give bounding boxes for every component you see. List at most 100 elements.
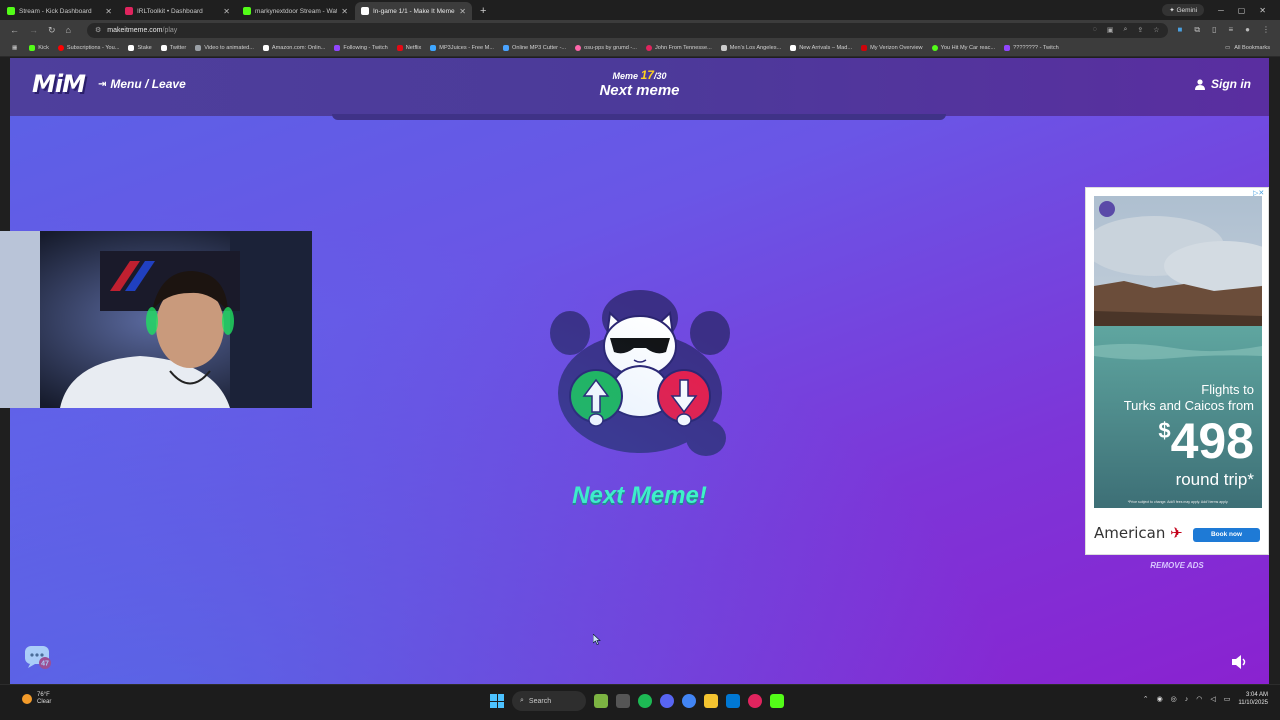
share-icon[interactable]: ⇪ (1137, 26, 1143, 34)
ad-banner[interactable]: ▷✕ Flights to Turks and Caicos from $498 … (1085, 187, 1269, 555)
minimize-icon[interactable]: ─ (1218, 6, 1224, 15)
kick-app-icon[interactable] (770, 694, 784, 708)
chrome-icon[interactable] (682, 694, 696, 708)
remove-ads-link[interactable]: REMOVE ADS (1085, 561, 1269, 570)
bookmark-item[interactable]: Subscriptions - You... (57, 45, 119, 51)
reload-icon[interactable]: ↻ (48, 25, 56, 36)
search-icon: ⌕ (520, 697, 524, 704)
speaker-icon[interactable] (1231, 654, 1249, 670)
ms-store-icon[interactable] (726, 694, 740, 708)
bookmark-item[interactable]: John From Tennesse... (645, 45, 712, 51)
sign-in-button[interactable]: Sign in (1195, 77, 1251, 91)
discord-icon[interactable] (660, 694, 674, 708)
maximize-icon[interactable]: ▢ (1238, 6, 1246, 15)
bookmark-item[interactable]: Amazon.com: Onlin... (262, 45, 326, 51)
menu-dots-icon[interactable]: ≡ (1228, 25, 1233, 35)
eye-slash-icon[interactable]: ◌ (1093, 26, 1097, 34)
browser-tab[interactable]: Stream - Kick Dashboard ✕ (1, 2, 118, 20)
taskbar-apps: ⌕ Search (490, 691, 784, 711)
bookmark-star-icon[interactable]: ☆ (1153, 26, 1159, 34)
bookmark-label: Amazon.com: Onlin... (271, 45, 326, 51)
back-icon[interactable]: ← (10, 25, 19, 35)
bookmark-item[interactable]: My Verizon Overview (861, 45, 923, 51)
bookmark-label: ???????? - Twitch (1013, 45, 1059, 51)
weather-widget[interactable]: 76°F Clear (22, 692, 51, 706)
browser-tab[interactable]: IRLToolkit • Dashboard ✕ (119, 2, 236, 20)
home-icon[interactable]: ⌂ (66, 25, 71, 35)
bookmark-item[interactable]: Men's Los Angeles... (720, 45, 781, 51)
windows-start-icon[interactable] (490, 694, 504, 708)
address-bar-icons: ◌ ▣ ⌕ ⇪ ☆ (1093, 26, 1160, 34)
apps-icon[interactable]: ▦ (12, 45, 17, 51)
bookmark-label: You Hit My Car reac... (940, 45, 996, 51)
spotify-icon[interactable] (638, 694, 652, 708)
taskbar-search-label: Search (528, 697, 552, 705)
bookmark-item[interactable]: Following - Twitch (334, 45, 388, 51)
app-icon[interactable] (748, 694, 762, 708)
close-tab-icon[interactable]: ✕ (105, 7, 112, 16)
tray-app-icon[interactable]: ◎ (1171, 695, 1177, 703)
chat-icon[interactable]: 47 (24, 645, 52, 669)
close-tab-icon[interactable]: ✕ (459, 7, 466, 16)
forward-icon[interactable]: → (29, 25, 38, 35)
taskbar-search[interactable]: ⌕ Search (512, 691, 586, 711)
extensions-icon[interactable]: ⧉ (1194, 25, 1200, 35)
bookmark-item[interactable]: MP3Juices - Free M... (430, 45, 494, 51)
browser-tab-active[interactable]: In-game 1/1 - Make It Meme ✕ (355, 2, 472, 20)
extension-icon[interactable]: ■ (1178, 25, 1183, 35)
microphone-icon[interactable]: ♪ (1185, 696, 1189, 703)
chevron-up-icon[interactable]: ⌃ (1143, 695, 1149, 703)
toolbar-right: ■ ⧉ ▯ ≡ ● ⋮ (1178, 25, 1270, 35)
bookmark-item[interactable]: Stake (128, 45, 152, 51)
bookmark-label: Netflix (405, 45, 422, 51)
bookmark-item[interactable]: You Hit My Car reac... (931, 45, 996, 51)
kick-icon (243, 7, 251, 15)
vote-cat-mascot (550, 290, 730, 456)
new-tab-button[interactable]: + (480, 2, 486, 20)
bookmark-label: My Verizon Overview (870, 45, 923, 51)
more-icon[interactable]: ⋮ (1262, 25, 1270, 35)
task-view-icon[interactable] (616, 694, 630, 708)
mouse-cursor (593, 634, 601, 645)
all-bookmarks-button[interactable]: ▭ All Bookmarks (1225, 45, 1270, 51)
file-explorer-icon[interactable] (704, 694, 718, 708)
close-tab-icon[interactable]: ✕ (341, 7, 348, 16)
address-bar[interactable]: ⚙ makeitmeme.com/play ◌ ▣ ⌕ ⇪ ☆ (86, 22, 1168, 38)
gemini-label: Gemini (1176, 7, 1198, 14)
bookmark-favicon-icon (195, 45, 202, 51)
ad-line2: Turks and Caicos from (1123, 398, 1254, 413)
ad-currency: $ (1158, 418, 1171, 443)
sidepanel-icon[interactable]: ▯ (1212, 25, 1216, 35)
browser-tab[interactable]: markynextdoor Stream - Watch ✕ (237, 2, 354, 20)
ad-image: Flights to Turks and Caicos from $498 rou… (1094, 196, 1262, 508)
close-tab-icon[interactable]: ✕ (223, 7, 230, 16)
ad-book-now-button[interactable]: Book now (1193, 528, 1260, 542)
bookmark-item[interactable]: Kick (29, 45, 49, 51)
all-bookmarks-label: All Bookmarks (1234, 45, 1270, 51)
bookmark-item[interactable]: Netflix (396, 45, 422, 51)
bookmark-item[interactable]: Video to animated... (195, 45, 254, 51)
bookmark-item[interactable]: Online MP3 Cutter -... (503, 45, 566, 51)
clock-time: 3:04 AM (1245, 692, 1268, 698)
weather-condition: Clear (37, 699, 52, 705)
bookmarks-bar: ▦ Kick Subscriptions - You... Stake Twit… (0, 40, 1280, 57)
site-header: MiM ⇥ Menu / Leave Meme 17/30 Next meme S… (10, 58, 1269, 116)
bookmark-item[interactable]: osu-pps by grumd -... (575, 45, 637, 51)
widgets-icon[interactable] (594, 694, 608, 708)
close-window-icon[interactable]: ✕ (1259, 6, 1266, 15)
site-info-icon[interactable]: ⚙ (95, 26, 101, 34)
install-icon[interactable]: ▣ (1107, 26, 1114, 34)
gemini-button[interactable]: ✦ Gemini (1162, 4, 1205, 16)
bookmark-label: Kick (38, 45, 49, 51)
battery-icon[interactable]: ▭ (1224, 695, 1231, 703)
bookmark-item[interactable]: New Arrivals – Mad... (790, 45, 852, 51)
folder-icon: ▭ (1224, 45, 1231, 51)
zoom-icon[interactable]: ⌕ (1123, 26, 1127, 34)
bookmark-item[interactable]: ???????? - Twitch (1004, 45, 1059, 51)
wifi-icon[interactable]: ◠ (1196, 695, 1202, 703)
volume-icon[interactable]: ◁ (1210, 695, 1215, 703)
taskbar-clock[interactable]: 3:04 AM 11/10/2025 (1238, 691, 1268, 707)
tray-app-icon[interactable]: ◉ (1157, 695, 1163, 703)
bookmark-item[interactable]: Twitter (160, 45, 186, 51)
profile-icon[interactable]: ● (1245, 25, 1250, 35)
